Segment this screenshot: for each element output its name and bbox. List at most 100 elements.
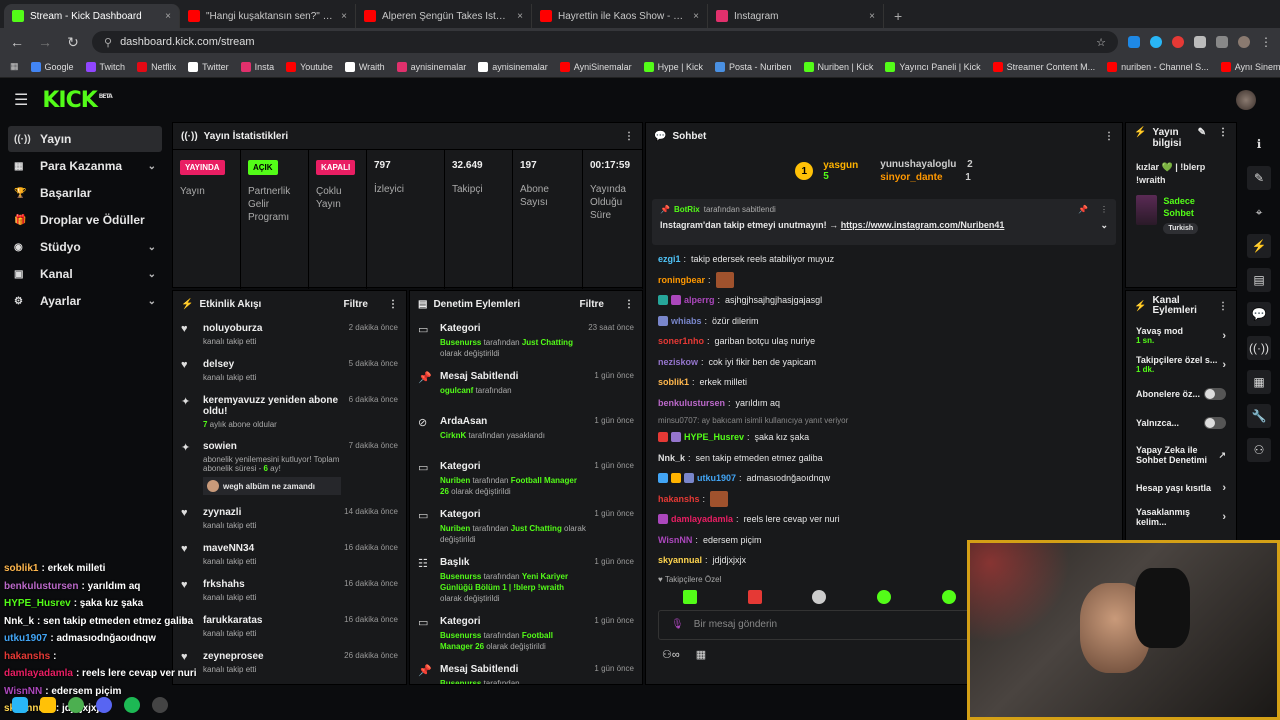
more-options-icon[interactable]: ⋮: [1218, 127, 1228, 138]
notes-icon[interactable]: ▤: [1247, 268, 1271, 292]
chat-message[interactable]: neziskow: cok iyi fikir ben de yapicam: [658, 352, 1110, 373]
chat-username[interactable]: WisnNN: [658, 535, 692, 545]
chat-username[interactable]: soblik1: [658, 377, 689, 387]
chat-message[interactable]: utku1907: admasıodnğaoıdnqw: [658, 468, 1110, 489]
sidebar-item-kanal[interactable]: ▣ Kanal ⌄: [8, 261, 162, 287]
chat-message[interactable]: roningbear:: [658, 270, 1110, 291]
chat-username[interactable]: neziskow: [658, 357, 698, 367]
chat-username[interactable]: Nnk_k: [658, 453, 685, 463]
chat-username[interactable]: benkulustursen: [658, 398, 725, 408]
hamburger-menu-icon[interactable]: ☰: [14, 90, 28, 110]
bookmark-item[interactable]: nuriben - Channel S...: [1107, 61, 1209, 72]
extension-icon[interactable]: [1172, 36, 1184, 48]
chevron-down-icon[interactable]: ⌄: [148, 269, 156, 280]
moderator-name[interactable]: Busenurss: [440, 679, 481, 684]
store-icon[interactable]: ▦: [696, 648, 706, 661]
chevron-right-icon[interactable]: ›: [1222, 482, 1226, 494]
bookmark-item[interactable]: aynisinemalar: [478, 61, 548, 72]
chrome-icon[interactable]: [68, 697, 84, 713]
chat-message[interactable]: soblik1: erkek milleti: [658, 372, 1110, 393]
moderator-name[interactable]: CirknK: [440, 431, 466, 440]
bookmark-item[interactable]: Insta: [240, 61, 274, 72]
activity-name[interactable]: keremyavuzz yeniden abone oldu!: [203, 395, 341, 417]
bookmark-item[interactable]: Yayıncı Paneli | Kick: [885, 61, 981, 72]
edit-layout-icon[interactable]: ✎: [1247, 166, 1271, 190]
close-tab-icon[interactable]: ×: [693, 11, 699, 22]
focus-icon[interactable]: ⌖: [1247, 200, 1271, 224]
bookmark-item[interactable]: Posta - Nuriben: [714, 61, 792, 72]
close-tab-icon[interactable]: ×: [341, 11, 347, 22]
chevron-down-icon[interactable]: ⌄: [148, 296, 156, 307]
sidebar-item-yay-n[interactable]: ((·)) Yayın: [8, 126, 162, 152]
layout-icon[interactable]: ▦: [1247, 370, 1271, 394]
kick-logo[interactable]: KICK BETA: [42, 88, 112, 113]
sidebar-item-droplar-ve-d-ller[interactable]: 🎁 Droplar ve Ödüller: [8, 207, 162, 233]
bookmark-item[interactable]: Google: [30, 61, 74, 72]
browser-tab[interactable]: Alperen Şengün Takes İstanbul ×: [356, 4, 532, 28]
sidebar-item-st-dyo[interactable]: ◉ Stüdyo ⌄: [8, 234, 162, 260]
chat-username[interactable]: skyannual: [658, 555, 702, 565]
chat-username[interactable]: roningbear: [658, 275, 705, 285]
chat-message[interactable]: damlayadamla: reels lere cevap ver nuri: [658, 509, 1110, 530]
emote-icon[interactable]: [876, 589, 891, 604]
chat-username[interactable]: hakanshs: [658, 494, 700, 504]
chat-username[interactable]: utku1907: [697, 473, 736, 483]
wrench-icon[interactable]: 🔧: [1247, 404, 1271, 428]
emote-icon[interactable]: [747, 589, 762, 604]
channel-action-row[interactable]: Yalnızca...: [1126, 408, 1236, 437]
more-options-icon[interactable]: ⋮: [1104, 131, 1114, 142]
lightning-icon[interactable]: ⚡: [1247, 234, 1271, 258]
chat-icon[interactable]: 💬: [1247, 302, 1271, 326]
sidebar-item-ba-ar-lar[interactable]: 🏆 Başarılar: [8, 180, 162, 206]
chevron-right-icon[interactable]: ›: [1222, 359, 1226, 371]
chat-username[interactable]: ezgi1: [658, 254, 681, 264]
filter-button[interactable]: Filtre: [344, 299, 368, 310]
more-options-icon[interactable]: ⋮: [1100, 205, 1108, 214]
forward-icon[interactable]: →: [36, 34, 54, 50]
chat-message[interactable]: alperrg: asjhgjhsajhgjhasjgajasgl: [658, 290, 1110, 311]
discord-icon[interactable]: [96, 697, 112, 713]
folder-icon[interactable]: [40, 697, 56, 713]
chat-message[interactable]: benkulustursen: yarıldım aq: [658, 393, 1110, 414]
share-icon[interactable]: ⚇: [1247, 438, 1271, 462]
chat-message[interactable]: Nnk_k: sen takip etmeden etmez galiba: [658, 448, 1110, 469]
spotify-icon[interactable]: [124, 697, 140, 713]
obs-icon[interactable]: [152, 697, 168, 713]
external-link-icon[interactable]: ↗: [1218, 450, 1226, 461]
chevron-down-icon[interactable]: ⌄: [1100, 220, 1108, 231]
more-options-icon[interactable]: ⋮: [1218, 301, 1228, 312]
channel-action-row[interactable]: Yapay Zeka ile Sohbet Denetimi ↗: [1126, 437, 1236, 473]
bookmark-item[interactable]: Youtube: [286, 61, 333, 72]
users-icon[interactable]: ⚇∞: [662, 648, 680, 661]
moderator-name[interactable]: ogulcanf: [440, 386, 473, 395]
channel-action-row[interactable]: Yasaklanmış kelim... ›: [1126, 502, 1236, 531]
sidebar-item-para-kazanma[interactable]: ▦ Para Kazanma ⌄: [8, 153, 162, 179]
site-info-icon[interactable]: ⚲: [104, 36, 112, 49]
activity-name[interactable]: sowien: [203, 441, 341, 452]
bookmark-item[interactable]: Twitter: [188, 61, 229, 72]
close-tab-icon[interactable]: ×: [517, 11, 523, 22]
pinned-link[interactable]: https://www.instagram.com/Nuriben41: [841, 220, 1005, 230]
new-tab-icon[interactable]: +: [894, 8, 902, 24]
chat-username[interactable]: whiabs: [671, 316, 702, 326]
chat-message[interactable]: soner1nho: gariban botçu ulaş nuriye: [658, 331, 1110, 352]
bookmark-star-icon[interactable]: ☆: [1096, 36, 1106, 49]
edit-icon[interactable]: ✎: [1198, 127, 1206, 138]
toggle-switch[interactable]: [1204, 416, 1226, 429]
broadcast-icon[interactable]: ((·)): [1247, 336, 1271, 360]
puzzle-icon[interactable]: [1194, 36, 1206, 48]
unpin-icon[interactable]: 📌: [1078, 205, 1088, 214]
bookmark-item[interactable]: Twitch: [85, 61, 125, 72]
emote-icon[interactable]: [941, 589, 956, 604]
chat-username[interactable]: damlayadamla: [671, 514, 733, 524]
chevron-right-icon[interactable]: ›: [1222, 511, 1226, 523]
moderator-name[interactable]: Nuriben: [440, 476, 470, 485]
chevron-down-icon[interactable]: ⌄: [148, 161, 156, 172]
channel-action-row[interactable]: Hesap yaşı kısıtla ›: [1126, 473, 1236, 502]
browser-tab[interactable]: "Hangi kuşaktansın sen?" | Arda... ×: [180, 4, 356, 28]
chat-username[interactable]: HYPE_Husrev: [684, 432, 744, 442]
microphone-icon[interactable]: 🎙: [671, 619, 684, 630]
bookmark-item[interactable]: Aynı Sinemalar - Ça...: [1220, 61, 1280, 72]
chevron-down-icon[interactable]: ⌄: [148, 242, 156, 253]
browser-tab[interactable]: Instagram ×: [708, 4, 884, 28]
